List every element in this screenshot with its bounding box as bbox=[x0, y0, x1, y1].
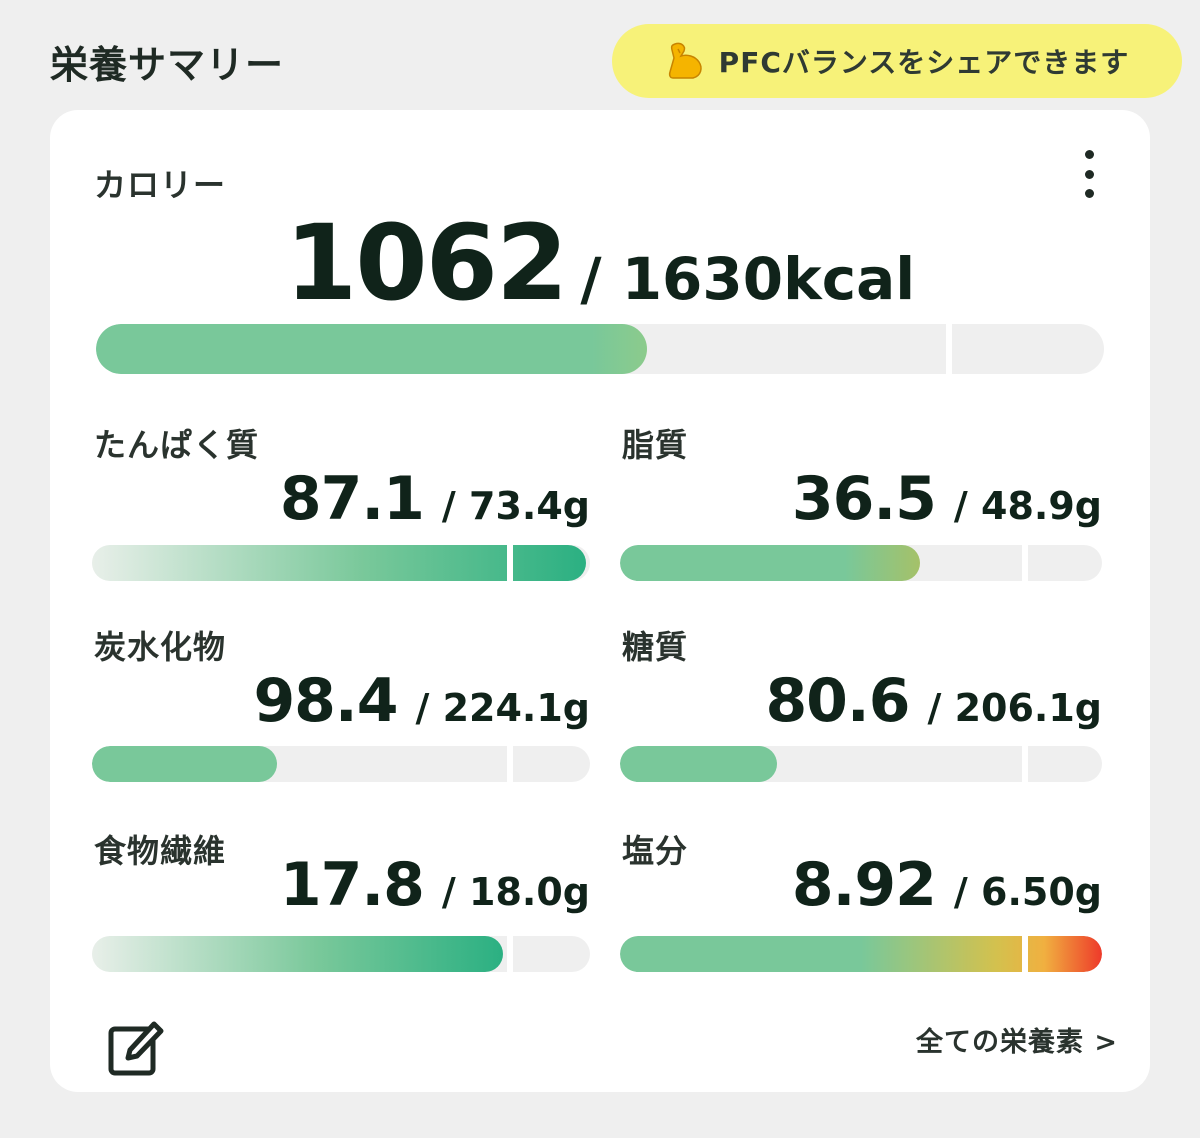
nutrient-target: / 48.9g bbox=[953, 484, 1102, 528]
nutrient-name: 炭水化物 bbox=[94, 628, 227, 666]
calorie-progress-fill bbox=[96, 324, 647, 374]
nutrient-target-marker bbox=[507, 545, 514, 581]
calorie-target: / 1630kcal bbox=[580, 245, 916, 313]
nutrient-value-row: 80.6 / 206.1g bbox=[765, 666, 1102, 736]
edit-icon[interactable] bbox=[106, 1018, 166, 1078]
nutrient-name: 糖質 bbox=[622, 628, 689, 666]
share-banner-text: PFCバランスをシェアできます bbox=[718, 46, 1130, 79]
nutrient-progress-bar bbox=[620, 545, 1102, 581]
nutrient-target: / 224.1g bbox=[415, 686, 590, 730]
nutrient-progress-fill bbox=[92, 746, 277, 782]
nutrient-value-row: 98.4 / 224.1g bbox=[253, 666, 590, 736]
nutrient-progress-bar bbox=[92, 545, 590, 581]
nutrient-target: / 206.1g bbox=[927, 686, 1102, 730]
nutrient-value: 98.4 bbox=[253, 666, 398, 736]
calorie-value-row: 1062/ 1630kcal bbox=[50, 202, 1150, 324]
nutrient-value-row: 8.92 / 6.50g bbox=[792, 850, 1102, 920]
nutrient-target-marker bbox=[507, 746, 514, 782]
flexed-biceps-icon bbox=[668, 42, 702, 79]
nutrient-progress-fill bbox=[620, 936, 1102, 972]
nutrient-value: 17.8 bbox=[279, 850, 425, 920]
nutrient-value: 8.92 bbox=[791, 850, 937, 920]
nutrient-value: 36.5 bbox=[791, 464, 937, 534]
nutrient-name: たんぱく質 bbox=[94, 426, 260, 464]
nutrient-value-row: 17.8 / 18.0g bbox=[280, 850, 590, 920]
nutrient-target: / 6.50g bbox=[953, 870, 1102, 914]
pfc-share-banner[interactable]: PFCバランスをシェアできます bbox=[612, 24, 1182, 98]
calorie-value: 1062 bbox=[284, 202, 568, 324]
nutrient-name: 脂質 bbox=[622, 426, 689, 464]
nutrient-progress-fill bbox=[620, 746, 778, 782]
calorie-progress-bar bbox=[96, 324, 1104, 374]
nutrient-target-marker bbox=[1021, 545, 1028, 581]
nutrition-summary-card: カロリー 1062/ 1630kcal たんぱく質 87.1 / 73.4g 脂質 36… bbox=[50, 110, 1150, 1092]
nutrient-target-marker bbox=[1021, 936, 1028, 972]
nutrient-progress-bar bbox=[620, 746, 1102, 782]
nutrient-target-marker bbox=[507, 936, 514, 972]
nutrient-value-row: 87.1 / 73.4g bbox=[280, 464, 590, 534]
nutrient-progress-bar bbox=[620, 936, 1102, 972]
nutrient-name: 食物繊維 bbox=[94, 832, 227, 870]
more-options-icon[interactable] bbox=[1074, 146, 1104, 202]
nutrient-value-row: 36.5 / 48.9g bbox=[792, 464, 1102, 534]
calorie-label: カロリー bbox=[94, 166, 227, 204]
all-nutrients-link[interactable]: 全ての栄養素 > bbox=[916, 1020, 1118, 1059]
nutrient-progress-fill bbox=[620, 545, 920, 581]
section-title: 栄養サマリー bbox=[50, 43, 285, 87]
nutrient-name: 塩分 bbox=[622, 832, 689, 870]
nutrient-value: 87.1 bbox=[279, 464, 425, 534]
nutrient-target-marker bbox=[1021, 746, 1028, 782]
calorie-target-marker bbox=[945, 324, 952, 374]
nutrient-target: / 18.0g bbox=[441, 870, 590, 914]
nutrient-progress-fill bbox=[92, 936, 504, 972]
nutrient-target: / 73.4g bbox=[441, 484, 590, 528]
nutrient-progress-bar bbox=[92, 746, 590, 782]
nutrient-progress-bar bbox=[92, 936, 590, 972]
nutrient-value: 80.6 bbox=[765, 666, 910, 736]
